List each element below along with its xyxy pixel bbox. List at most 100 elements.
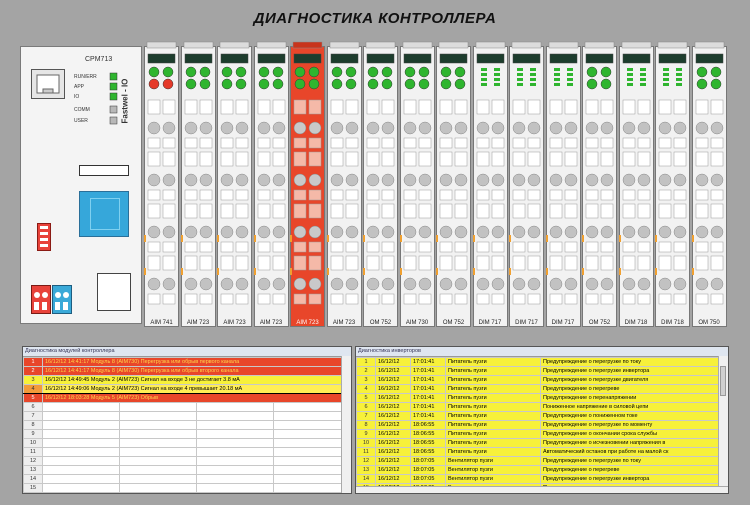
table-row[interactable]: 9 [23, 429, 351, 439]
table-row[interactable]: 13 [23, 465, 351, 475]
table-row[interactable]: 7 16/12/12 17:01:41 Питатель пузги Предупреж… [356, 411, 728, 421]
io-module-label: DIM 718 [661, 320, 684, 326]
io-module-12[interactable]: DIM 717 [545, 40, 581, 328]
table-row[interactable]: 13 16/12/12 18:07:05 Вентилятор пузги Предуп… [356, 465, 728, 475]
io-module-6[interactable]: AIM 723 [326, 40, 362, 328]
table-row[interactable]: 8 [23, 420, 351, 430]
row-device: Питатель пузги [445, 366, 541, 376]
inverter-diagnostics-hscrollbar[interactable] [356, 486, 728, 493]
empty-cell [273, 420, 351, 430]
table-row[interactable]: 4 16/12/12 17:01:41 Питатель пузги Предупреж… [356, 384, 728, 394]
dip-switch-icon[interactable] [37, 223, 51, 251]
row-message: Предупреждение о перегреве [540, 465, 728, 475]
table-row[interactable]: 10 [23, 438, 351, 448]
io-module-13[interactable]: OM 752 [582, 40, 617, 328]
table-row[interactable]: 14 16/12/12 18:07:05 Вентилятор пузги Предуп… [356, 474, 728, 484]
row-time: 18:07:05 [410, 465, 446, 475]
io-module-5[interactable]: AIM 723 [290, 40, 325, 328]
table-row[interactable]: 6 [23, 402, 351, 412]
controller-rack: CPM713 RUN/ERR APP IO COMM USER Fastwel … [20, 40, 728, 328]
row-time: 18:07:05 [410, 474, 446, 484]
table-row[interactable]: 7 [23, 411, 351, 421]
empty-cell [119, 447, 197, 457]
io-module-label: DIM 717 [478, 320, 502, 326]
io-module-3[interactable]: AIM 723 [217, 40, 252, 328]
table-row[interactable]: 3 16/12/12 17:01:41 Питатель пузги Предупреж… [356, 375, 728, 385]
io-module-16[interactable]: OM 750 [691, 40, 727, 328]
io-module-8[interactable]: AIM 730 [399, 40, 435, 328]
table-row[interactable]: 5 16/12/12 18:03:28 Модуль 5 (AIM723) Обр… [23, 393, 351, 403]
io-module-11[interactable]: DIM 717 [509, 40, 544, 328]
row-message: Предупреждение о перегрузке инвертора [540, 474, 728, 484]
row-number: 4 [23, 384, 43, 394]
table-row[interactable]: 4 16/12/12 14:49:06 Модуль 2 (AIM723) Сиг… [23, 384, 351, 394]
io-module-label: OM 750 [698, 320, 720, 326]
table-row[interactable]: 14 [23, 474, 351, 484]
row-message [42, 402, 120, 412]
table-row[interactable]: 8 16/12/12 18:06:55 Питатель пузги Предупреж… [356, 420, 728, 430]
row-number: 5 [23, 393, 43, 403]
row-message [42, 438, 120, 448]
row-number: 13 [356, 465, 376, 475]
row-date: 16/12/12 [375, 456, 411, 466]
cpu-module[interactable]: CPM713 RUN/ERR APP IO COMM USER Fastwel … [20, 46, 142, 324]
inverter-diagnostics-scrollbar[interactable] [718, 356, 728, 493]
io-module-9[interactable]: OM 752 [436, 40, 471, 328]
table-row[interactable]: 1 16/12/12 17:01:41 Питатель пузги Предупреж… [356, 357, 728, 367]
empty-cell [273, 411, 351, 421]
row-device: Питатель пузги [445, 411, 541, 421]
row-time: 17:01:41 [410, 393, 446, 403]
row-time: 17:01:41 [410, 375, 446, 385]
module-diagnostics-title: Диагностика модулей контроллера [23, 347, 351, 357]
io-module-label: AIM 730 [405, 320, 429, 326]
table-row[interactable]: 11 [23, 447, 351, 457]
row-number: 3 [23, 375, 43, 385]
empty-cell [273, 465, 351, 475]
row-device: Питатель пузги [445, 393, 541, 403]
io-module-1[interactable]: AIM 741 [144, 40, 179, 328]
row-message [42, 429, 120, 439]
table-row[interactable]: 1 16/12/12 14:41:17 Модуль 8 (AIM730) Пер… [23, 357, 351, 367]
table-row[interactable]: 6 16/12/12 17:01:41 Питатель пузги Пониженно… [356, 402, 728, 412]
table-row[interactable]: 5 16/12/12 17:01:41 Питатель пузги Предупреж… [356, 393, 728, 403]
empty-cell [273, 447, 351, 457]
io-module-label: DIM 717 [515, 320, 538, 326]
table-row[interactable]: 9 16/12/12 18:06:55 Питатель пузги Предупреж… [356, 429, 728, 439]
table-row[interactable]: 15 [23, 483, 351, 493]
row-number: 10 [356, 438, 376, 448]
io-module-7[interactable]: OM 752 [363, 40, 398, 328]
table-row[interactable]: 2 16/12/12 14:41:17 Модуль 8 (AIM730) Пер… [23, 366, 351, 376]
page-title: ДИАГНОСТИКА КОНТРОЛЛЕРА [253, 10, 497, 27]
table-row[interactable]: 3 16/12/12 14:49:45 Модуль 2 (AIM723) Сиг… [23, 375, 351, 385]
io-module-2[interactable]: AIM 723 [180, 40, 216, 328]
empty-cell [196, 438, 274, 448]
table-row[interactable]: 10 16/12/12 18:06:55 Питатель пузги Предупре… [356, 438, 728, 448]
row-date: 16/12/12 [375, 366, 411, 376]
inverter-diagnostics-title: Диагностика инверторов [356, 347, 728, 357]
row-number: 13 [23, 465, 43, 475]
table-row[interactable]: 11 16/12/12 18:06:55 Питатель пузги Автомати… [356, 447, 728, 457]
row-time: 18:06:55 [410, 438, 446, 448]
module-diagnostics-scrollbar[interactable] [341, 356, 351, 493]
row-date: 16/12/12 [375, 429, 411, 439]
empty-cell [119, 483, 197, 493]
table-row[interactable]: 12 [23, 456, 351, 466]
row-device: Вентилятор пузги [445, 456, 541, 466]
empty-cell [196, 465, 274, 475]
row-number: 10 [23, 438, 43, 448]
scroll-thumb[interactable] [720, 366, 726, 396]
row-date: 16/12/12 [375, 375, 411, 385]
io-module-label: AIM 723 [259, 320, 283, 326]
empty-cell [196, 483, 274, 493]
io-module-14[interactable]: DIM 718 [618, 40, 654, 328]
io-module-10[interactable]: DIM 717 [472, 40, 508, 328]
brand-logo: Fastwel - IO [120, 78, 130, 124]
io-module-15[interactable]: DIM 718 [655, 40, 690, 328]
table-row[interactable]: 12 16/12/12 18:07:05 Вентилятор пузги Предуп… [356, 456, 728, 466]
empty-cell [119, 429, 197, 439]
table-row[interactable]: 2 16/12/12 17:01:41 Питатель пузги Предупреж… [356, 366, 728, 376]
empty-cell [119, 456, 197, 466]
io-module-4[interactable]: AIM 723 [253, 40, 289, 328]
io-module-label: AIM 723 [296, 320, 319, 326]
row-number: 8 [23, 420, 43, 430]
